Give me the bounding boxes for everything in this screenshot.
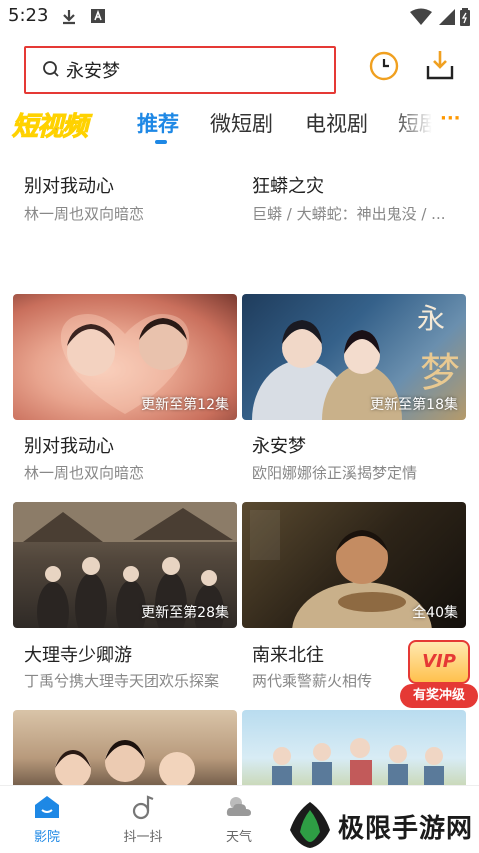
video-thumbnail[interactable]: 更新至第28集 [13, 502, 237, 628]
top-item-subtitle: 林一周也双向暗恋 [24, 205, 145, 223]
video-title[interactable]: 大理寺少卿游 [24, 641, 132, 667]
svg-text:永: 永 [417, 302, 445, 335]
watermark-text: 极限手游网 [338, 814, 474, 844]
weather-cloud-icon [226, 797, 251, 816]
video-thumbnail[interactable]: 更新至第12集 [13, 294, 237, 420]
nav-item-shake[interactable]: 抖一抖 [108, 792, 178, 845]
video-title[interactable]: 永安梦 [252, 432, 306, 458]
status-time: 5:23 [8, 5, 49, 26]
wifi-icon [410, 8, 432, 25]
tab-micro-drama[interactable]: 微短剧 [210, 108, 273, 138]
history-clock-icon[interactable] [368, 50, 400, 82]
episode-badge: 更新至第12集 [141, 397, 229, 413]
watermark-logo-icon [290, 802, 330, 848]
nav-label: 影院 [33, 830, 60, 845]
top-item-subtitle: 巨蟒 / 大蟒蛇：神出鬼没 / ... [252, 205, 446, 223]
top-item-title[interactable]: 别对我动心 [24, 172, 114, 198]
video-title[interactable]: 南来北往 [252, 641, 324, 667]
status-bar: 5:23 [0, 0, 479, 34]
thumbnail-artwork [55, 740, 195, 788]
tab-tv-series[interactable]: 电视剧 [305, 108, 368, 138]
download-status-icon [63, 10, 75, 25]
episode-badge: 全40集 [412, 605, 458, 621]
nav-label: 抖一抖 [123, 830, 163, 845]
video-thumbnail[interactable] [242, 710, 466, 790]
video-title[interactable]: 别对我动心 [24, 432, 114, 458]
home-cinema-icon [35, 796, 59, 818]
nav-label: 天气 [225, 830, 252, 845]
video-thumbnail[interactable]: 全40集 [242, 502, 466, 628]
video-subtitle: 两代乘警薪火相传 [252, 672, 373, 690]
video-thumbnail[interactable] [13, 710, 237, 790]
search-icon [43, 61, 59, 77]
app-notification-icon [91, 9, 105, 23]
search-input[interactable]: 永安梦 [24, 46, 336, 94]
watermark: 极限手游网 [286, 800, 479, 853]
vip-label: 有奖冲级 [400, 684, 478, 708]
video-subtitle: 欧阳娜娜徐正溪揭梦定情 [252, 464, 418, 482]
tab-recommend[interactable]: 推荐 [137, 108, 179, 138]
thumbnail-artwork [272, 738, 444, 790]
episode-badge: 更新至第28集 [141, 605, 229, 621]
video-thumbnail[interactable]: 永 梦 更新至第18集 [242, 294, 466, 420]
music-note-icon [132, 795, 154, 820]
vip-icon: VIP [408, 640, 470, 684]
nav-item-cinema[interactable]: 影院 [12, 792, 82, 845]
video-subtitle: 林一周也双向暗恋 [24, 464, 145, 482]
battery-icon [460, 8, 470, 26]
svg-text:梦: 梦 [420, 350, 460, 396]
tab-fade [392, 100, 442, 144]
download-icon[interactable] [424, 48, 456, 82]
nav-item-weather[interactable]: 天气 [204, 792, 274, 845]
signal-icon [439, 9, 455, 25]
vip-upgrade-badge[interactable]: VIP 有奖冲级 [400, 640, 478, 710]
top-item-title[interactable]: 狂蟒之灾 [252, 172, 324, 198]
tabs-more-button[interactable]: ··· [440, 108, 461, 129]
search-query: 永安梦 [66, 61, 120, 82]
video-subtitle: 丁禹兮携大理寺天团欢乐探案 [24, 672, 220, 690]
active-tab-indicator [155, 140, 167, 144]
short-video-logo[interactable]: 短视频 [11, 106, 88, 143]
episode-badge: 更新至第18集 [370, 397, 458, 413]
